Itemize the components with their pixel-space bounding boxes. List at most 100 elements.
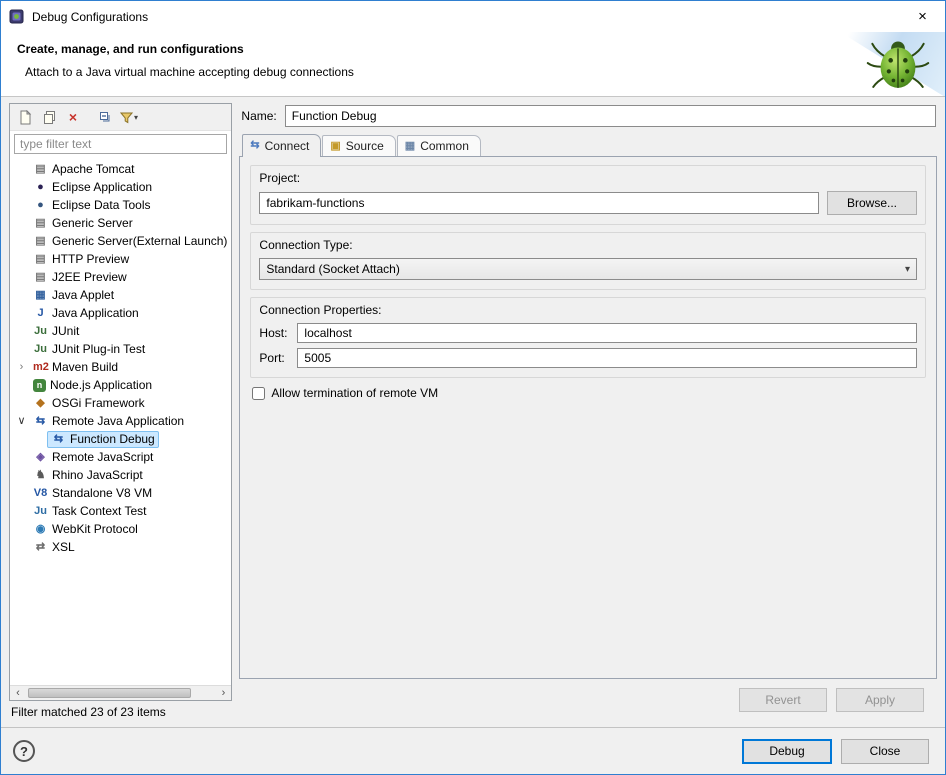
allow-termination-checkbox[interactable] <box>252 387 265 400</box>
tab-connect[interactable]: ⇆ Connect <box>242 134 321 157</box>
tree-item-label: Remote Java Application <box>52 414 184 428</box>
duplicate-launch-configuration-icon <box>42 110 57 125</box>
connection-type-group: Connection Type: Standard (Socket Attach… <box>250 232 926 290</box>
tab-source[interactable]: ▣Source <box>322 135 395 156</box>
tab-label: Common <box>420 139 469 153</box>
configurations-panel: × ▾ <box>9 103 232 701</box>
tab-label: Connect <box>265 139 310 153</box>
allow-termination-label: Allow termination of remote VM <box>271 386 438 400</box>
tree-item-content: JuTask Context Test <box>29 503 151 520</box>
tree-item-function-debug[interactable]: ⇆Function Debug <box>10 430 231 448</box>
tree-item-label: Eclipse Data Tools <box>52 198 151 212</box>
delete-launch-configuration-button[interactable]: × <box>62 106 84 128</box>
tree-item-eclipse-application[interactable]: ●Eclipse Application <box>10 178 231 196</box>
osgi-framework-icon: ◆ <box>33 396 48 410</box>
http-preview-icon: ▤ <box>33 252 48 266</box>
filter-input[interactable] <box>14 134 227 154</box>
tree-item-label: JUnit Plug-in Test <box>52 342 145 356</box>
tree-item-java-application[interactable]: JJava Application <box>10 304 231 322</box>
chevron-collapsed-icon[interactable]: › <box>14 362 29 373</box>
tree-item-generic-server[interactable]: ▤ Generic Server <box>10 214 231 232</box>
host-label: Host: <box>259 326 291 340</box>
source-tab-icon: ▣ <box>330 141 340 152</box>
project-input[interactable] <box>259 192 819 214</box>
browse-button[interactable]: Browse... <box>827 191 917 215</box>
generic-server-external-icon: ▤ <box>33 234 48 248</box>
name-input[interactable] <box>285 105 936 127</box>
tree-item-content: ●Eclipse Application <box>29 179 156 196</box>
tree-item-content: JuJUnit <box>29 323 83 340</box>
tree-item-label: Generic Server <box>52 216 133 230</box>
connection-properties-group: Connection Properties: Host: Port: <box>250 297 926 378</box>
task-context-test-icon: Ju <box>33 504 48 518</box>
tree-item-content: ▤Generic Server(External Launch) <box>29 233 231 250</box>
xsl-icon: ⇄ <box>33 540 48 554</box>
remote-javascript-icon: ◈ <box>33 450 48 464</box>
tree-item-remote-java-application[interactable]: ∨⇆Remote Java Application <box>10 412 231 430</box>
revert-button[interactable]: Revert <box>739 688 827 712</box>
tree-item-apache-tomcat[interactable]: ▤ Apache Tomcat <box>10 160 231 178</box>
new-launch-configuration-icon <box>18 110 33 125</box>
tree-item-label: Apache Tomcat <box>52 162 135 176</box>
project-group-label: Project: <box>259 171 917 185</box>
junit-icon: Ju <box>33 324 48 338</box>
tree-item-task-context-test[interactable]: JuTask Context Test <box>10 502 231 520</box>
tree-item-content: ▦Java Applet <box>29 287 118 304</box>
tomcat-server-icon: ▤ <box>33 162 48 176</box>
tree-item-label: Standalone V8 VM <box>52 486 152 500</box>
delete-launch-configuration-icon: × <box>69 110 77 124</box>
close-button[interactable]: Close <box>841 739 929 764</box>
port-input[interactable] <box>297 348 917 368</box>
tree-item-junit-plug-in-test[interactable]: JuJUnit Plug-in Test <box>10 340 231 358</box>
connection-type-select[interactable]: Standard (Socket Attach) ▾ <box>259 258 917 280</box>
tree-item-http-preview[interactable]: ▤HTTP Preview <box>10 250 231 268</box>
scroll-left-arrow[interactable]: ‹ <box>10 686 26 700</box>
host-input[interactable] <box>297 323 917 343</box>
new-launch-configuration-button[interactable] <box>14 106 36 128</box>
maven-build-icon: m2 <box>33 360 48 374</box>
tree-item-junit[interactable]: JuJUnit <box>10 322 231 340</box>
filter-launch-configurations-button[interactable]: ▾ <box>118 106 140 128</box>
tree-item-content: ⇄ XSL <box>29 539 79 556</box>
tree-item-node-js-application[interactable]: nNode.js Application <box>10 376 231 394</box>
window-title: Debug Configurations <box>32 10 148 24</box>
tree-item-remote-javascript[interactable]: ◈Remote JavaScript <box>10 448 231 466</box>
dialog-body: × ▾ <box>1 97 945 727</box>
standalone-v8-vm-icon: V8 <box>33 486 48 500</box>
tree-item-eclipse-data-tools[interactable]: ●Eclipse Data Tools <box>10 196 231 214</box>
horizontal-scrollbar[interactable]: ‹ › <box>10 685 231 700</box>
allow-termination-row: Allow termination of remote VM <box>252 386 926 400</box>
collapse-all-button[interactable] <box>94 106 116 128</box>
project-row: Browse... <box>259 191 917 215</box>
collapse-all-icon <box>98 110 113 125</box>
generic-server-icon: ▤ <box>33 216 48 230</box>
tree-item-maven-build[interactable]: ›m2Maven Build <box>10 358 231 376</box>
tree-item-standalone-v8-vm[interactable]: V8 Standalone V8 VM <box>10 484 231 502</box>
tree-item-osgi-framework[interactable]: ◆OSGi Framework <box>10 394 231 412</box>
dropdown-arrow-icon: ▾ <box>134 113 138 122</box>
debug-button[interactable]: Debug <box>742 739 832 764</box>
help-button[interactable]: ? <box>13 740 35 762</box>
scroll-right-arrow[interactable]: › <box>215 686 231 700</box>
tree-item-label: XSL <box>52 540 75 554</box>
tab-common[interactable]: ▦Common <box>397 135 481 156</box>
chevron-expanded-icon[interactable]: ∨ <box>14 416 29 427</box>
configurations-column: × ▾ <box>9 103 232 721</box>
tree-item-generic-server-external-launch[interactable]: ▤Generic Server(External Launch) <box>10 232 231 250</box>
apply-button[interactable]: Apply <box>836 688 924 712</box>
tree-item-java-applet[interactable]: ▦Java Applet <box>10 286 231 304</box>
scrollbar-thumb[interactable] <box>28 688 191 698</box>
banner-subtitle: Attach to a Java virtual machine accepti… <box>17 65 929 79</box>
tree-item-rhino-javascript[interactable]: ♞Rhino JavaScript <box>10 466 231 484</box>
tree-item-xsl[interactable]: ⇄ XSL <box>10 538 231 556</box>
filter-status: Filter matched 23 of 23 items <box>9 701 232 721</box>
tree-item-j2ee-preview[interactable]: ▤J2EE Preview <box>10 268 231 286</box>
scrollbar-track[interactable] <box>26 686 215 700</box>
duplicate-launch-configuration-button[interactable] <box>38 106 60 128</box>
close-window-button[interactable]: × <box>900 1 945 32</box>
tree-item-label: J2EE Preview <box>52 270 127 284</box>
remote-java-application-icon: ⇆ <box>51 432 66 446</box>
connect-tab-icon: ⇆ <box>250 140 259 151</box>
tree-item-webkit-protocol[interactable]: ◉WebKit Protocol <box>10 520 231 538</box>
tree-item-content: ▤ Apache Tomcat <box>29 161 139 178</box>
